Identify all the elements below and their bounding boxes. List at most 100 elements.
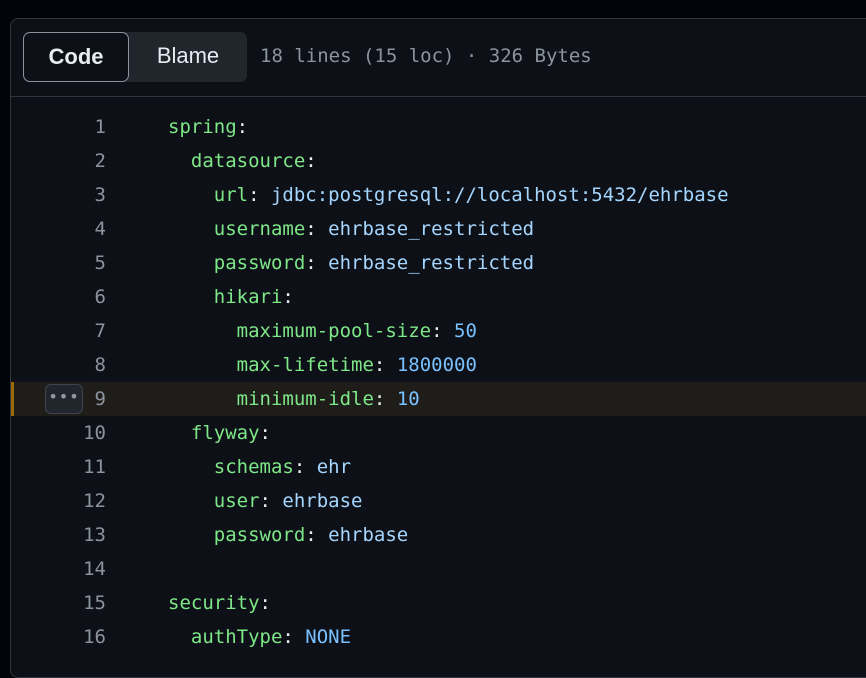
yaml-value: 1800000 xyxy=(396,354,477,376)
yaml-key: username xyxy=(213,218,306,240)
line-number[interactable]: 3 xyxy=(11,178,106,212)
line-number[interactable]: 11 xyxy=(11,450,106,484)
yaml-key: url xyxy=(213,184,249,206)
yaml-separator: : xyxy=(248,184,271,206)
yaml-separator: : xyxy=(236,116,249,138)
line-content: maximum-pool-size: 50 xyxy=(168,314,477,348)
yaml-key: authType xyxy=(190,626,283,648)
file-info: 18 lines (15 loc) · 326 Bytes xyxy=(260,45,592,67)
view-mode-toggle: Code Blame xyxy=(23,32,247,82)
code-line[interactable]: 6 hikari: xyxy=(11,280,866,314)
yaml-key: security xyxy=(168,592,260,614)
line-content: username: ehrbase_restricted xyxy=(168,212,534,246)
yaml-separator: : xyxy=(431,320,454,342)
line-number[interactable]: 16 xyxy=(11,620,106,654)
yaml-separator: : xyxy=(259,490,283,512)
line-number[interactable]: 12 xyxy=(11,484,106,518)
yaml-separator: : xyxy=(373,354,397,376)
code-line[interactable]: 2 datasource: xyxy=(11,144,866,178)
line-number[interactable]: 6 xyxy=(11,280,106,314)
yaml-separator: : xyxy=(282,626,306,648)
code-line[interactable]: 14 xyxy=(11,552,866,586)
code-line[interactable]: 16 authType: NONE xyxy=(11,620,866,654)
line-content: minimum-idle: 10 xyxy=(168,382,420,416)
code-line[interactable]: 10 flyway: xyxy=(11,416,866,450)
yaml-separator: : xyxy=(305,252,329,274)
code-line[interactable]: 15 security: xyxy=(11,586,866,620)
yaml-separator: : xyxy=(305,150,317,172)
line-content: spring: xyxy=(168,110,248,144)
line-content: password: ehrbase xyxy=(168,518,408,552)
line-number[interactable]: 5 xyxy=(11,246,106,280)
code-line[interactable]: 7 maximum-pool-size: 50 xyxy=(11,314,866,348)
yaml-value: ehrbase_restricted xyxy=(328,218,535,240)
code-line[interactable]: 13 password: ehrbase xyxy=(11,518,866,552)
line-content: datasource: xyxy=(168,144,317,178)
yaml-key: flyway xyxy=(190,422,260,444)
line-content: flyway: xyxy=(168,416,271,450)
yaml-value: 50 xyxy=(454,320,477,342)
file-viewer: Code Blame 18 lines (15 loc) · 326 Bytes… xyxy=(10,18,866,678)
yaml-key: datasource xyxy=(190,150,306,172)
code-line[interactable]: ••• 9 minimum-idle: 10 xyxy=(11,382,866,416)
line-number[interactable]: 9 xyxy=(11,382,106,416)
line-number[interactable]: 4 xyxy=(11,212,106,246)
line-content: schemas: ehr xyxy=(168,450,351,484)
yaml-value: jdbc:postgresql://localhost:5432/ehrbase xyxy=(270,184,729,206)
line-number[interactable]: 13 xyxy=(11,518,106,552)
line-number[interactable]: 10 xyxy=(11,416,106,450)
code-line[interactable]: 8 max-lifetime: 1800000 xyxy=(11,348,866,382)
line-number[interactable]: 1 xyxy=(11,110,106,144)
yaml-separator: : xyxy=(282,286,294,308)
code-line[interactable]: 4 username: ehrbase_restricted xyxy=(11,212,866,246)
yaml-separator: : xyxy=(293,456,317,478)
line-content: password: ehrbase_restricted xyxy=(168,246,534,280)
yaml-key: password xyxy=(213,524,306,546)
code-tab[interactable]: Code xyxy=(23,32,129,82)
yaml-separator: : xyxy=(373,388,397,410)
yaml-key: user xyxy=(213,490,260,512)
line-number[interactable]: 15 xyxy=(11,586,106,620)
blame-tab[interactable]: Blame xyxy=(135,32,241,82)
yaml-key: spring xyxy=(168,116,237,138)
file-header: Code Blame 18 lines (15 loc) · 326 Bytes xyxy=(11,19,866,97)
line-content: max-lifetime: 1800000 xyxy=(168,348,477,382)
line-number[interactable]: 8 xyxy=(11,348,106,382)
code-line[interactable]: 3 url: jdbc:postgresql://localhost:5432/… xyxy=(11,178,866,212)
yaml-separator: : xyxy=(305,524,329,546)
line-content: user: ehrbase xyxy=(168,484,363,518)
yaml-value: ehr xyxy=(316,456,352,478)
code-line[interactable]: 11 schemas: ehr xyxy=(11,450,866,484)
line-content: url: jdbc:postgresql://localhost:5432/eh… xyxy=(168,178,729,212)
code-line[interactable]: 5 password: ehrbase_restricted xyxy=(11,246,866,280)
yaml-separator: : xyxy=(259,422,271,444)
yaml-key: hikari xyxy=(213,286,283,308)
line-number[interactable]: 7 xyxy=(11,314,106,348)
code-line[interactable]: 1 spring: xyxy=(11,110,866,144)
yaml-key: minimum-idle xyxy=(236,388,374,410)
line-number[interactable]: 2 xyxy=(11,144,106,178)
yaml-value: ehrbase_restricted xyxy=(328,252,535,274)
yaml-key: password xyxy=(213,252,306,274)
yaml-key: maximum-pool-size xyxy=(236,320,432,342)
line-number[interactable]: 14 xyxy=(11,552,106,586)
yaml-value: ehrbase xyxy=(282,490,363,512)
code-line[interactable]: 12 user: ehrbase xyxy=(11,484,866,518)
yaml-key: schemas xyxy=(213,456,294,478)
yaml-value: ehrbase xyxy=(328,524,409,546)
line-content: hikari: xyxy=(168,280,294,314)
yaml-separator: : xyxy=(259,592,271,614)
